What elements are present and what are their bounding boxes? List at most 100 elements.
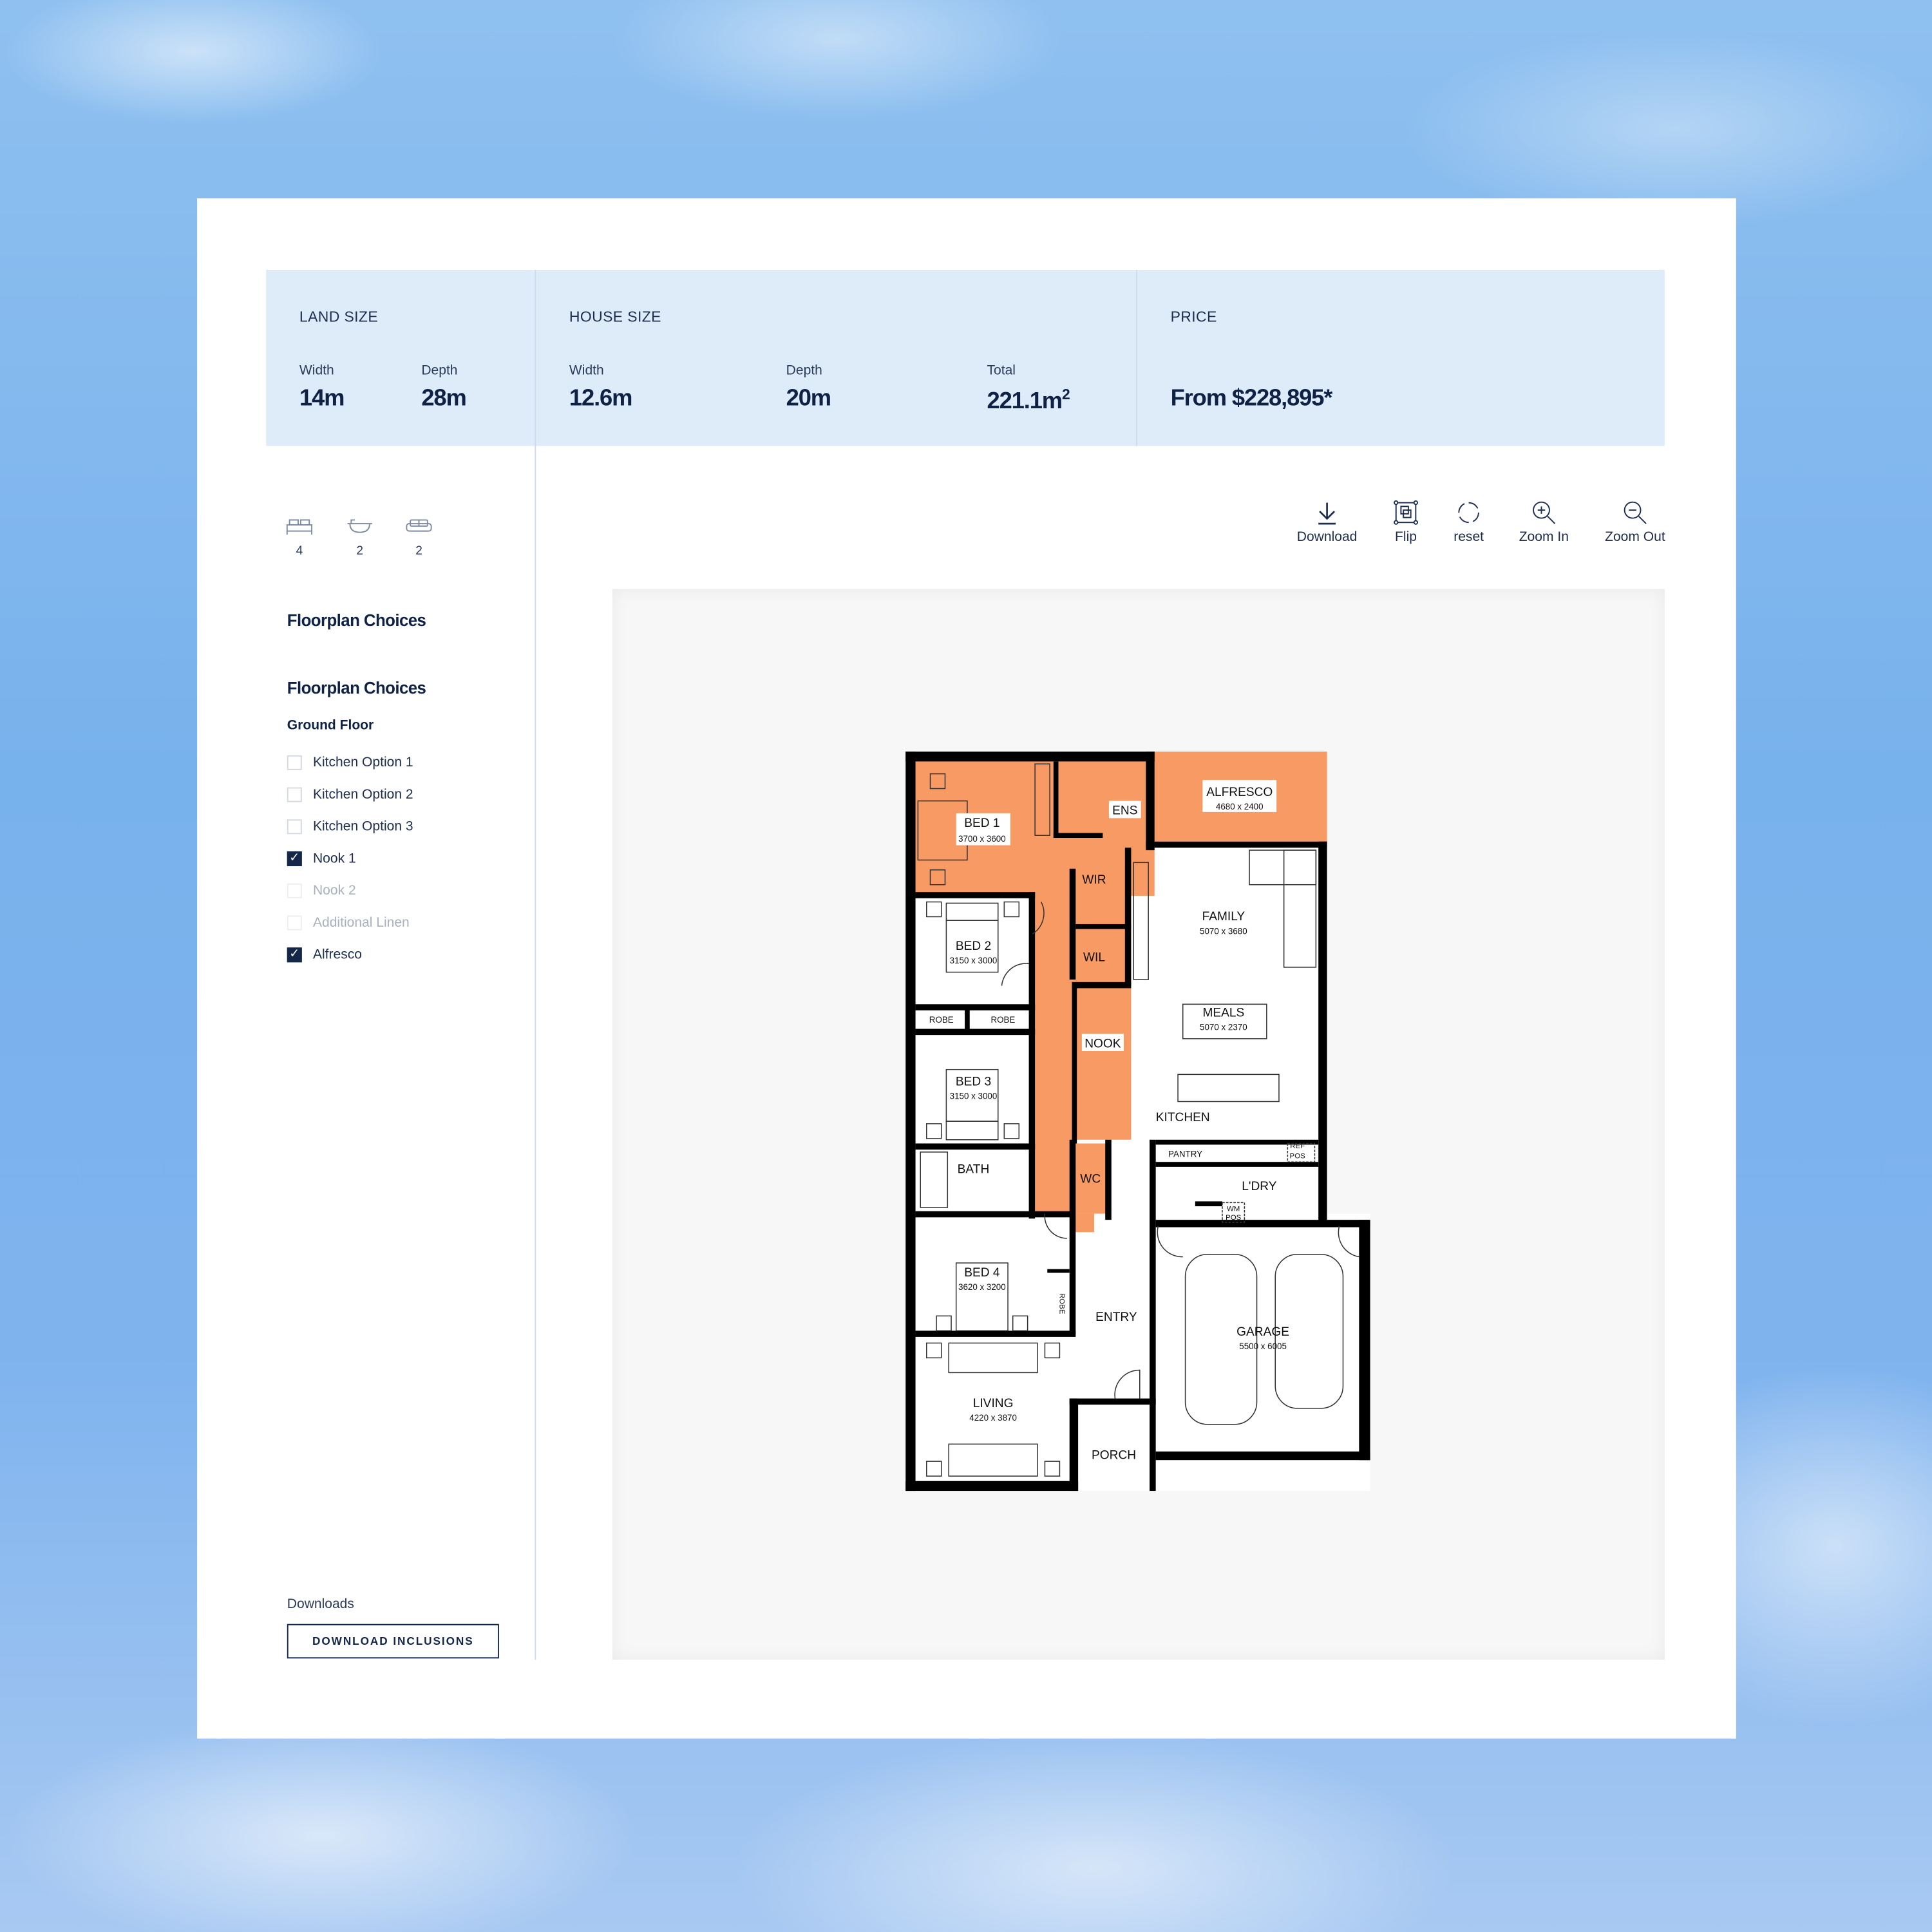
house-total-unit: 2 [1061,385,1070,403]
zoom-in-button[interactable]: Zoom In [1499,500,1590,545]
summary-band [266,270,1665,446]
option-label: Kitchen Option 3 [312,819,413,835]
floorplan-drawing[interactable]: BED 1 3700 x 3600 ENS ALFRESCO 4680 x 24… [900,746,1380,1500]
living-count: 2 [415,544,422,558]
room-family: FAMILY [1202,910,1245,923]
room-bed-1-dims: 3700 x 3600 [958,834,1006,844]
room-porch: PORCH [1092,1448,1136,1462]
room-garage-dims: 5500 x 6005 [1239,1341,1287,1351]
flip-button[interactable]: Flip [1372,500,1439,545]
house-total-value: 221.1m2 [987,386,1070,416]
bathroom-count: 2 [356,544,363,558]
option-additional-linen[interactable]: Additional Linen [287,914,413,932]
room-robe: ROBE [929,1015,954,1025]
zoom-out-icon [1624,501,1647,524]
price-value: From $228,895* [1170,385,1333,412]
room-family-dims: 5070 x 3680 [1200,926,1247,936]
room-bed-3-dims: 3150 x 3000 [950,1092,998,1101]
download-label: Download [1296,529,1358,545]
room-living-dims: 4220 x 3870 [969,1413,1017,1423]
land-depth-label: Depth [421,363,458,379]
land-size-title: LAND SIZE [299,308,379,326]
checkbox-checked[interactable]: ✓ [287,947,302,963]
flip-icon [1394,500,1418,525]
option-kitchen-3[interactable]: Kitchen Option 3 [287,818,413,835]
room-bed-2: BED 2 [956,940,991,953]
room-laundry: L'DRY [1242,1180,1277,1193]
room-bed-2-dims: 3150 x 3000 [950,956,998,965]
room-ref: REF [1290,1142,1305,1150]
room-wc: WC [1080,1173,1101,1186]
option-nook-1[interactable]: ✓ Nook 1 [287,850,413,867]
option-label: Nook 1 [312,851,356,867]
land-depth-value: 28m [421,385,466,412]
house-depth-value: 20m [786,385,831,412]
option-label: Kitchen Option 1 [312,755,413,770]
option-kitchen-2[interactable]: Kitchen Option 2 [287,786,413,804]
room-garage: GARAGE [1236,1325,1289,1339]
house-depth-label: Depth [786,363,822,379]
zoom-out-label: Zoom Out [1605,529,1665,545]
room-wm: WM [1227,1206,1240,1213]
room-ref-pos: POS [1290,1152,1306,1160]
house-total-label: Total [987,363,1016,379]
nook-highlight [1075,985,1132,1140]
room-bath: BATH [958,1162,990,1176]
floorplan-choices-heading: Floorplan Choices [287,611,426,630]
floorplan-options: Kitchen Option 1 Kitchen Option 2 Kitche… [287,754,413,963]
land-width-value: 14m [299,385,345,412]
room-robe-vertical: ROBE [1057,1293,1065,1314]
room-meals: MEALS [1202,1006,1244,1019]
option-label: Kitchen Option 2 [312,787,413,802]
checkbox-checked[interactable]: ✓ [287,851,302,867]
option-alfresco[interactable]: ✓ Alfresco [287,946,413,963]
option-label: Additional Linen [312,915,410,931]
bath-icon [347,519,372,533]
land-width-label: Width [299,363,334,379]
house-total-number: 221.1m [987,388,1063,415]
room-wm-pos: POS [1226,1214,1242,1222]
zoom-in-icon [1533,501,1556,524]
room-living: LIVING [973,1397,1014,1410]
room-bed-4: BED 4 [964,1266,1000,1280]
house-width-label: Width [569,363,604,379]
checkbox-disabled[interactable] [287,915,302,931]
reset-icon [1458,502,1479,524]
room-bed-4-dims: 3620 x 3200 [958,1282,1006,1292]
floorplan-choices-subheading: Floorplan Choices [287,679,426,697]
room-nook: NOOK [1084,1037,1121,1050]
download-button[interactable]: Download [1282,500,1373,545]
bedroom-count: 4 [296,544,303,558]
room-robe: ROBE [990,1015,1015,1025]
room-entry: ENTRY [1095,1311,1137,1324]
reset-button[interactable]: reset [1439,500,1499,545]
option-nook-2[interactable]: Nook 2 [287,882,413,900]
bed-icon [286,519,313,535]
zoom-out-button[interactable]: Zoom Out [1589,500,1681,545]
reset-label: reset [1454,529,1484,545]
checkbox[interactable] [287,755,302,770]
plan-toolbar: Download Flip reset Zoom In Zoom Out [1282,500,1681,545]
room-pantry: PANTRY [1168,1150,1202,1159]
checkbox[interactable] [287,787,302,802]
room-bed-3: BED 3 [956,1075,991,1089]
option-label: Nook 2 [312,883,356,898]
price-title: PRICE [1170,308,1217,326]
download-icon [1318,502,1336,525]
room-wil: WIL [1083,951,1105,964]
house-width-value: 12.6m [569,385,632,412]
option-kitchen-1[interactable]: Kitchen Option 1 [287,754,413,772]
zoom-in-label: Zoom In [1519,529,1569,545]
house-size-title: HOUSE SIZE [569,308,661,326]
download-inclusions-button[interactable]: DOWNLOAD INCLUSIONS [287,1624,499,1659]
checkbox-disabled[interactable] [287,883,302,898]
summary-divider [1136,270,1137,446]
sofa-icon [406,519,432,532]
room-ens: ENS [1112,804,1137,818]
checkbox[interactable] [287,819,302,835]
amenity-living: 2 [401,518,437,558]
room-alfresco: ALFRESCO [1206,786,1273,799]
room-bed-1: BED 1 [964,817,999,830]
room-meals-dims: 5070 x 2370 [1200,1022,1247,1032]
ground-floor-label: Ground Floor [287,718,374,734]
